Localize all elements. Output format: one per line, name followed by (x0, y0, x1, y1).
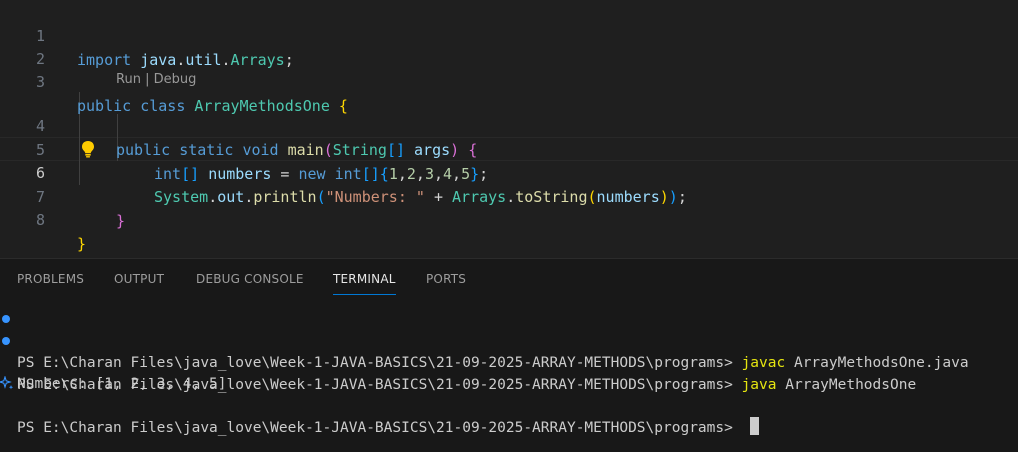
terminal-command-args: ArrayMethodsOne.java (785, 355, 969, 371)
code-line-2[interactable]: 2 (0, 23, 1018, 68)
code-line-1[interactable]: 1 import java.util.Arrays; (0, 0, 1018, 69)
command-decoration-icon[interactable] (2, 337, 10, 345)
tab-debug-console[interactable]: DEBUG CONSOLE (196, 272, 304, 294)
token-brace: } (116, 212, 126, 230)
terminal-line: PS E:\Charan Files\java_love\Week-1-JAVA… (0, 330, 916, 393)
code-line-8[interactable]: 8 } (0, 184, 1018, 253)
tab-terminal[interactable]: TERMINAL (333, 272, 396, 295)
lightbulb-icon[interactable] (80, 140, 96, 158)
token-brace: } (77, 235, 87, 253)
terminal-line: PS E:\Charan Files\java_love\Week-1-JAVA… (0, 308, 969, 371)
code-text: } (116, 209, 125, 233)
terminal-prompt: PS E:\Charan Files\java_love\Week-1-JAVA… (17, 355, 742, 371)
codelens: Run | Debug (116, 69, 196, 91)
debug-codelens-link[interactable]: Debug (154, 72, 197, 87)
terminal-line: Numbers: [1, 2, 3, 4, 5] (0, 351, 227, 392)
codelens-separator: | (140, 72, 154, 87)
code-text: } (77, 232, 86, 256)
code-line-3[interactable]: 3 public class ArrayMethodsOne { (0, 46, 1018, 115)
terminal-command-args: ArrayMethodsOne (776, 377, 917, 393)
command-decoration-icon[interactable] (2, 315, 10, 323)
terminal-prompt: PS E:\Charan Files\java_love\Week-1-JAVA… (17, 420, 742, 436)
code-line-6[interactable]: 6 System.out.println("Numbers: " + Array… (0, 137, 1018, 206)
panel-tab-bar: PROBLEMS OUTPUT DEBUG CONSOLE TERMINAL P… (0, 259, 1018, 297)
tab-ports[interactable]: PORTS (426, 272, 466, 294)
terminal-command: javac (741, 355, 786, 371)
code-line-4[interactable]: 4 public static void main(String[] args)… (0, 90, 1018, 159)
run-codelens-link[interactable]: Run (116, 72, 141, 87)
terminal-cursor (749, 417, 759, 435)
tab-output[interactable]: OUTPUT (114, 272, 164, 294)
sparkle-icon[interactable] (0, 376, 14, 390)
code-editor[interactable]: 1 import java.util.Arrays; 2 3 public cl… (0, 0, 1018, 258)
terminal-command: java (741, 377, 777, 393)
code-line-5[interactable]: 5 int[] numbers = new int[]{1,2,3,4,5}; (0, 114, 1018, 183)
bottom-panel: PROBLEMS OUTPUT DEBUG CONSOLE TERMINAL P… (0, 258, 1018, 452)
line-number: 8 (35, 211, 45, 229)
tab-problems[interactable]: PROBLEMS (17, 272, 84, 294)
code-line-7[interactable]: 7 } (0, 161, 1018, 230)
terminal-line: PS E:\Charan Files\java_love\Week-1-JAVA… (0, 373, 759, 436)
